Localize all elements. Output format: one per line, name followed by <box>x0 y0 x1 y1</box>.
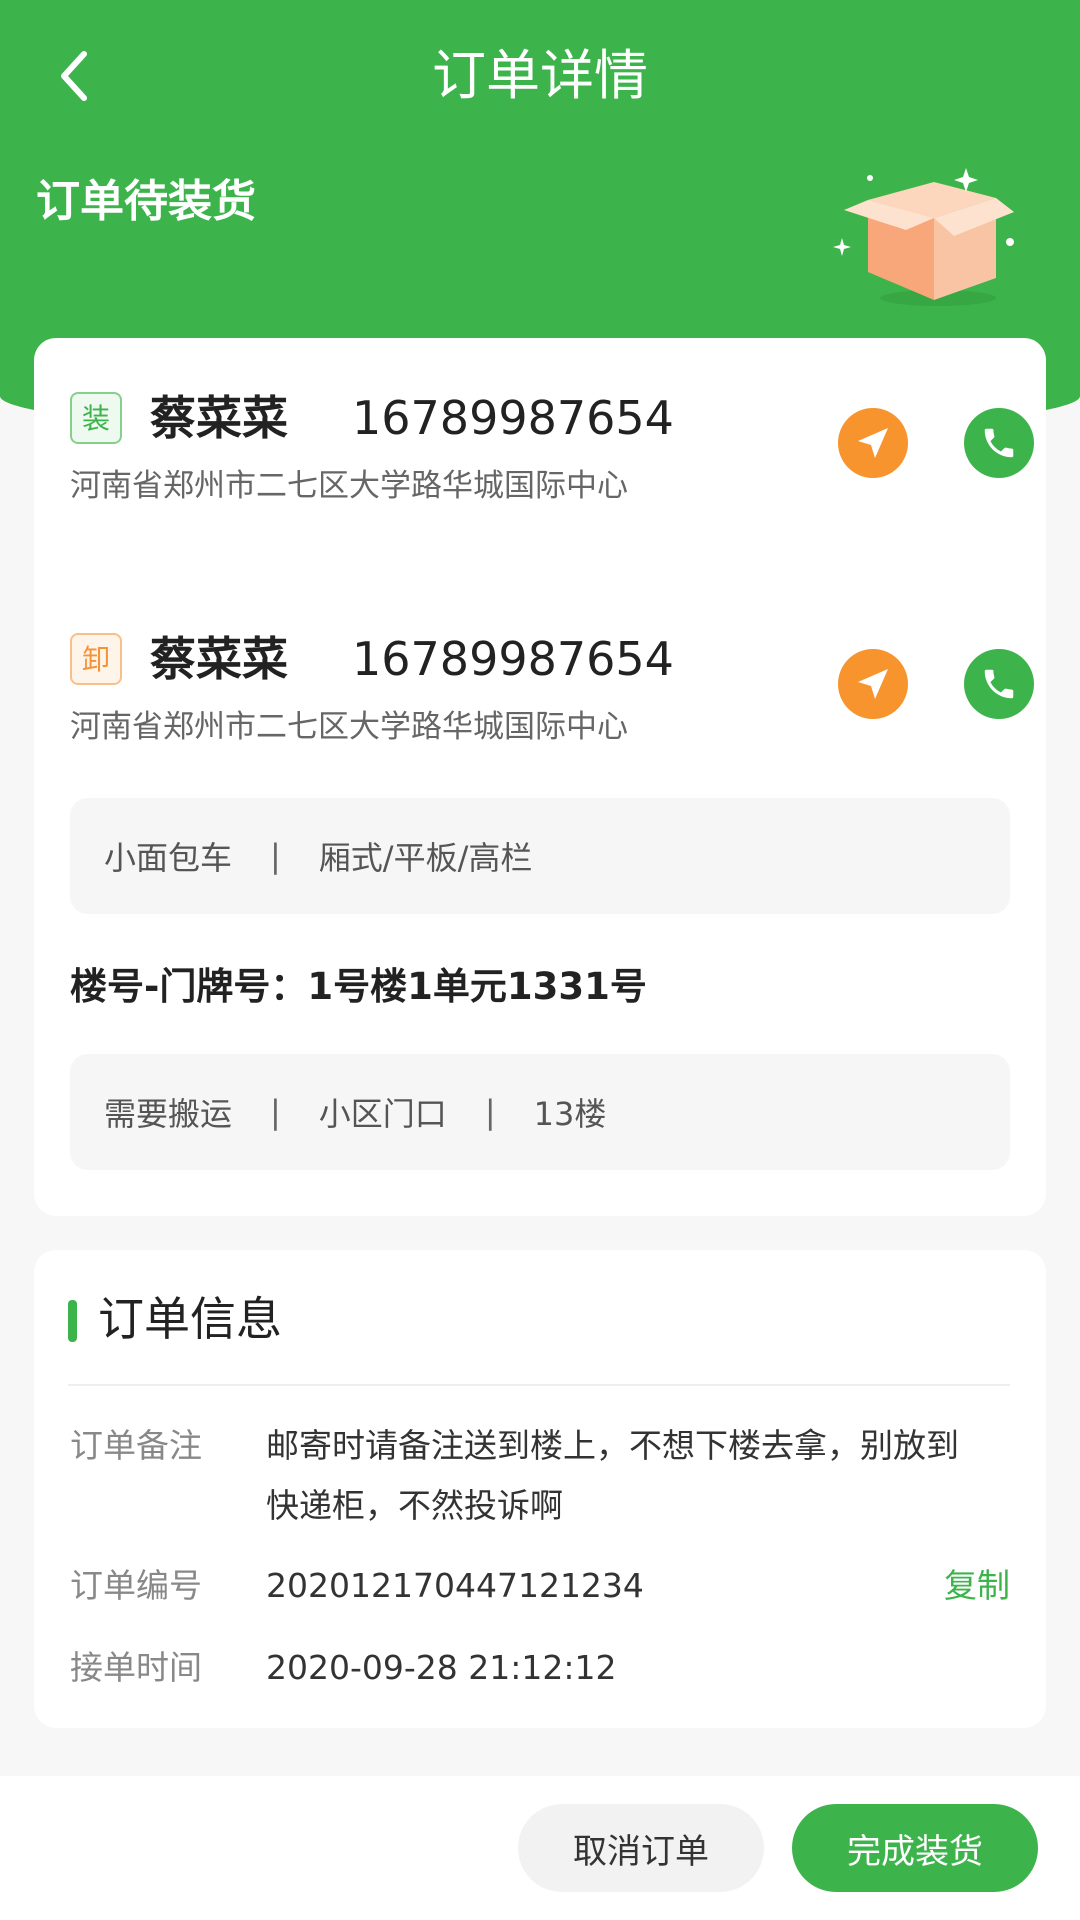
address-card: 装 蔡菜菜 16789987654 河南省郑州市二七区大学路华城国际中心 卸 蔡… <box>34 338 1046 1216</box>
handling-item: 需要搬运 <box>104 1095 233 1133</box>
package-box-icon <box>833 168 1014 306</box>
contact-phone: 16789987654 <box>352 632 674 686</box>
complete-loading-button[interactable]: 完成装货 <box>792 1804 1038 1892</box>
contact-phone: 16789987654 <box>352 391 674 445</box>
remark-label: 订单备注 <box>70 1426 202 1465</box>
load-tag: 装 <box>70 392 122 444</box>
remark-line: 快递柜，不然投诉啊 <box>266 1486 563 1525</box>
handling-item: 13楼 <box>533 1095 607 1133</box>
vehicle-body: 厢式/平板/高栏 <box>318 839 533 877</box>
order-number-label: 订单编号 <box>70 1566 202 1605</box>
vehicle-type: 小面包车 <box>104 839 233 877</box>
unload-tag: 卸 <box>70 633 122 685</box>
separator: | <box>270 837 281 875</box>
call-button[interactable] <box>964 408 1034 478</box>
accent-bar <box>68 1300 77 1342</box>
section-title: 订单信息 <box>98 1292 282 1346</box>
bottom-action-bar: 取消订单 完成装货 <box>0 1776 1080 1920</box>
floor-value: 1号楼1单元1331号 <box>307 965 647 1008</box>
separator: | <box>484 1093 496 1131</box>
floor-label: 楼号-门牌号： <box>70 965 308 1008</box>
separator: | <box>270 1093 281 1131</box>
accept-time: 2020-09-28 21:12:12 <box>266 1648 617 1687</box>
copy-button[interactable]: 复制 <box>944 1556 1010 1616</box>
contact-name: 蔡菜菜 <box>150 632 288 686</box>
stop-address: 河南省郑州市二七区大学路华城国际中心 <box>70 468 628 504</box>
cancel-order-button[interactable]: 取消订单 <box>518 1804 764 1892</box>
order-status: 订单待装货 <box>36 176 256 227</box>
page-title: 订单详情 <box>432 44 648 107</box>
navigate-button[interactable] <box>838 649 908 719</box>
accept-time-label: 接单时间 <box>70 1648 202 1687</box>
handling-info: 需要搬运 | 小区门口 | 13楼 <box>70 1054 1010 1170</box>
navigation-bar: 订单详情 <box>0 0 1080 150</box>
call-button[interactable] <box>964 649 1034 719</box>
floor-door-number: 楼号-门牌号：1号楼1单元1331号 <box>70 960 647 1014</box>
order-info-card: 订单信息 订单备注 邮寄时请备注送到楼上，不想下楼去拿，别放到 快递柜，不然投诉… <box>34 1250 1046 1728</box>
stop-address: 河南省郑州市二七区大学路华城国际中心 <box>70 709 628 745</box>
navigate-icon <box>858 669 888 699</box>
contact-name: 蔡菜菜 <box>150 391 288 445</box>
remark-line: 邮寄时请备注送到楼上，不想下楼去拿，别放到 <box>266 1426 959 1465</box>
navigate-icon <box>858 428 888 458</box>
navigate-button[interactable] <box>838 408 908 478</box>
order-number: 202012170447121234 <box>266 1566 644 1605</box>
phone-icon <box>984 669 1014 699</box>
phone-icon <box>984 428 1014 458</box>
divider <box>68 1384 1010 1386</box>
handling-item: 小区门口 <box>318 1095 447 1133</box>
vehicle-info: 小面包车 | 厢式/平板/高栏 <box>70 798 1010 914</box>
